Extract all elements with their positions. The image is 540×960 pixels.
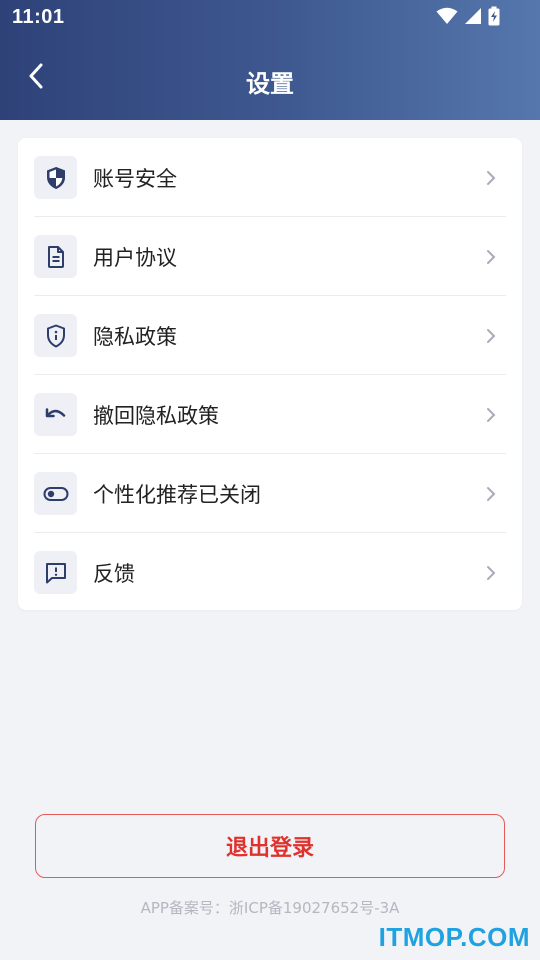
status-bar: 11:01: [0, 0, 540, 36]
settings-item-privacy-policy[interactable]: 隐私政策: [34, 296, 506, 375]
chevron-right-icon: [484, 484, 498, 504]
settings-item-label: 隐私政策: [93, 324, 177, 349]
logout-button[interactable]: 退出登录: [35, 814, 505, 878]
chevron-right-icon: [484, 563, 498, 583]
settings-item-label: 用户协议: [93, 245, 177, 270]
status-icons: [436, 6, 500, 30]
page-title: 设置: [246, 70, 294, 98]
settings-item-personalized-recommendation[interactable]: 个性化推荐已关闭: [34, 454, 506, 533]
settings-item-label: 个性化推荐已关闭: [93, 482, 261, 507]
cellular-signal-icon: [464, 7, 482, 29]
battery-charging-icon: [488, 6, 500, 30]
settings-item-revoke-privacy[interactable]: 撤回隐私政策: [34, 375, 506, 454]
shield-icon: [34, 156, 77, 199]
settings-item-feedback[interactable]: 反馈: [34, 533, 506, 612]
chevron-right-icon: [484, 247, 498, 267]
wifi-icon: [436, 7, 458, 29]
settings-item-label: 账号安全: [93, 166, 177, 191]
icp-filing-text: APP备案号：浙ICP备19027652号-3A: [140, 899, 400, 917]
settings-item-user-agreement[interactable]: 用户协议: [34, 217, 506, 296]
toggle-icon: [34, 472, 77, 515]
undo-icon: [34, 393, 77, 436]
chevron-right-icon: [484, 168, 498, 188]
settings-item-label: 撤回隐私政策: [93, 403, 219, 428]
feedback-icon: [34, 551, 77, 594]
watermark: ITMOP.COM: [378, 922, 530, 952]
settings-card: 账号安全 用户协议 隐私政策 撤回隐私政策 个性化推荐已关闭 反馈: [18, 138, 522, 610]
privacy-shield-icon: [34, 314, 77, 357]
chevron-right-icon: [484, 326, 498, 346]
chevron-right-icon: [484, 405, 498, 425]
settings-item-account-security[interactable]: 账号安全: [34, 138, 506, 217]
app-header: 11:01 设置: [0, 0, 540, 120]
nav-bar: 设置: [0, 40, 540, 120]
status-time: 11:01: [12, 6, 65, 28]
settings-item-label: 反馈: [93, 561, 135, 586]
document-icon: [34, 235, 77, 278]
